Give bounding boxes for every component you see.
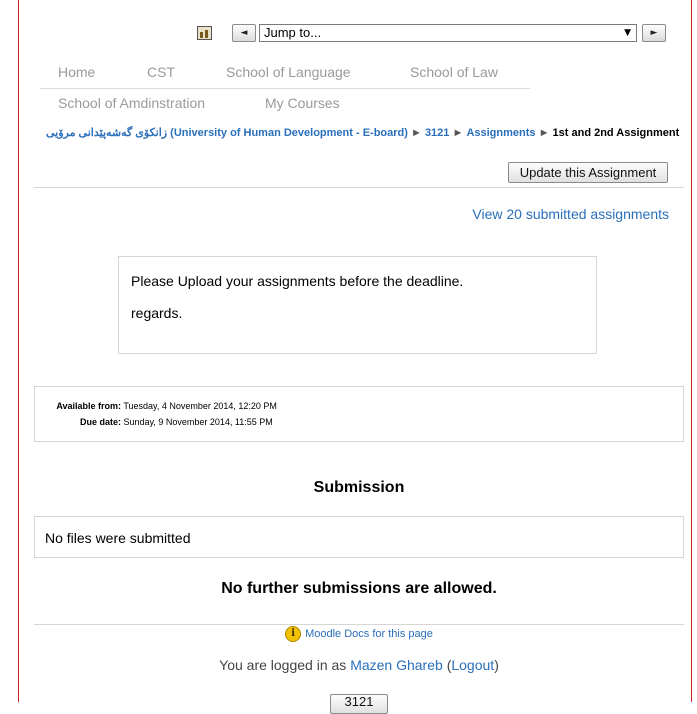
header-divider xyxy=(34,187,684,188)
tab-school-of-amdinstration[interactable]: School of Amdinstration xyxy=(58,95,205,111)
moodle-docs-link[interactable]: Moodle Docs for this page xyxy=(305,628,433,640)
assignment-description: Please Upload your assignments before th… xyxy=(118,256,597,354)
info-icon: i xyxy=(285,626,302,642)
jump-to-value: Jump to... xyxy=(264,25,322,40)
due-date-label: Due date: xyxy=(79,417,121,427)
login-info: You are logged in as Mazen Ghareb (Logou… xyxy=(34,657,684,673)
breadcrumb-current: 1st and 2nd Assignment xyxy=(552,127,680,139)
breadcrumb-course-link[interactable]: 3121 xyxy=(425,127,449,139)
footer-divider xyxy=(34,624,684,625)
course-home-button[interactable]: 3121 xyxy=(330,694,388,714)
chevron-down-icon: ▼ xyxy=(624,28,631,38)
next-activity-button[interactable]: ► xyxy=(642,24,666,42)
breadcrumb-separator: ► xyxy=(452,127,464,139)
assignment-dates: Available from: Tuesday, 4 November 2014… xyxy=(34,386,684,442)
moodle-docs: i Moodle Docs for this page xyxy=(34,626,684,642)
logout-link[interactable]: Logout xyxy=(451,657,494,673)
tab-home[interactable]: Home xyxy=(58,64,95,80)
user-profile-link[interactable]: Mazen Ghareb xyxy=(350,657,443,673)
tab-cst[interactable]: CST xyxy=(147,64,175,80)
due-date-value: Sunday, 9 November 2014, 11:55 PM xyxy=(123,417,273,427)
view-submissions-link[interactable]: View 20 submitted assignments xyxy=(472,206,669,222)
available-from-value: Tuesday, 4 November 2014, 12:20 PM xyxy=(123,401,277,411)
description-line: Please Upload your assignments before th… xyxy=(131,273,464,289)
breadcrumb-assignments-link[interactable]: Assignments xyxy=(466,127,535,139)
jump-bar: ◄ Jump to... ▼ ► xyxy=(0,24,697,44)
no-files-text: No files were submitted xyxy=(45,530,191,546)
update-assignment-button[interactable]: Update this Assignment xyxy=(508,162,668,183)
tab-school-of-law[interactable]: School of Law xyxy=(410,64,498,80)
page-frame-right xyxy=(691,0,692,702)
available-from-row: Available from: Tuesday, 4 November 2014… xyxy=(45,401,277,411)
tabs-divider xyxy=(40,88,530,89)
breadcrumb: زانکۆی گەشەپێدانی مرۆیی (University of H… xyxy=(46,123,688,143)
breadcrumb-separator: ► xyxy=(410,127,422,139)
breadcrumb-separator: ► xyxy=(538,127,550,139)
no-further-submissions-notice: No further submissions are allowed. xyxy=(221,580,497,597)
tab-school-of-language[interactable]: School of Language xyxy=(226,64,351,80)
page-frame-left xyxy=(18,0,19,702)
logout-paren: ) xyxy=(494,657,499,673)
tab-my-courses[interactable]: My Courses xyxy=(265,95,340,111)
description-line: regards. xyxy=(131,305,183,321)
due-date-row: Due date: Sunday, 9 November 2014, 11:55… xyxy=(45,417,273,427)
prev-activity-button[interactable]: ◄ xyxy=(232,24,256,42)
submission-files-box: No files were submitted xyxy=(34,516,684,558)
jump-to-select[interactable]: Jump to... ▼ xyxy=(259,24,637,42)
page-icon[interactable] xyxy=(197,26,212,40)
available-from-label: Available from: xyxy=(56,401,121,411)
breadcrumb-site-link[interactable]: زانکۆی گەشەپێدانی مرۆیی (University of H… xyxy=(46,127,408,139)
logged-in-prefix: You are logged in as xyxy=(219,657,347,673)
submission-heading: Submission xyxy=(313,479,405,496)
